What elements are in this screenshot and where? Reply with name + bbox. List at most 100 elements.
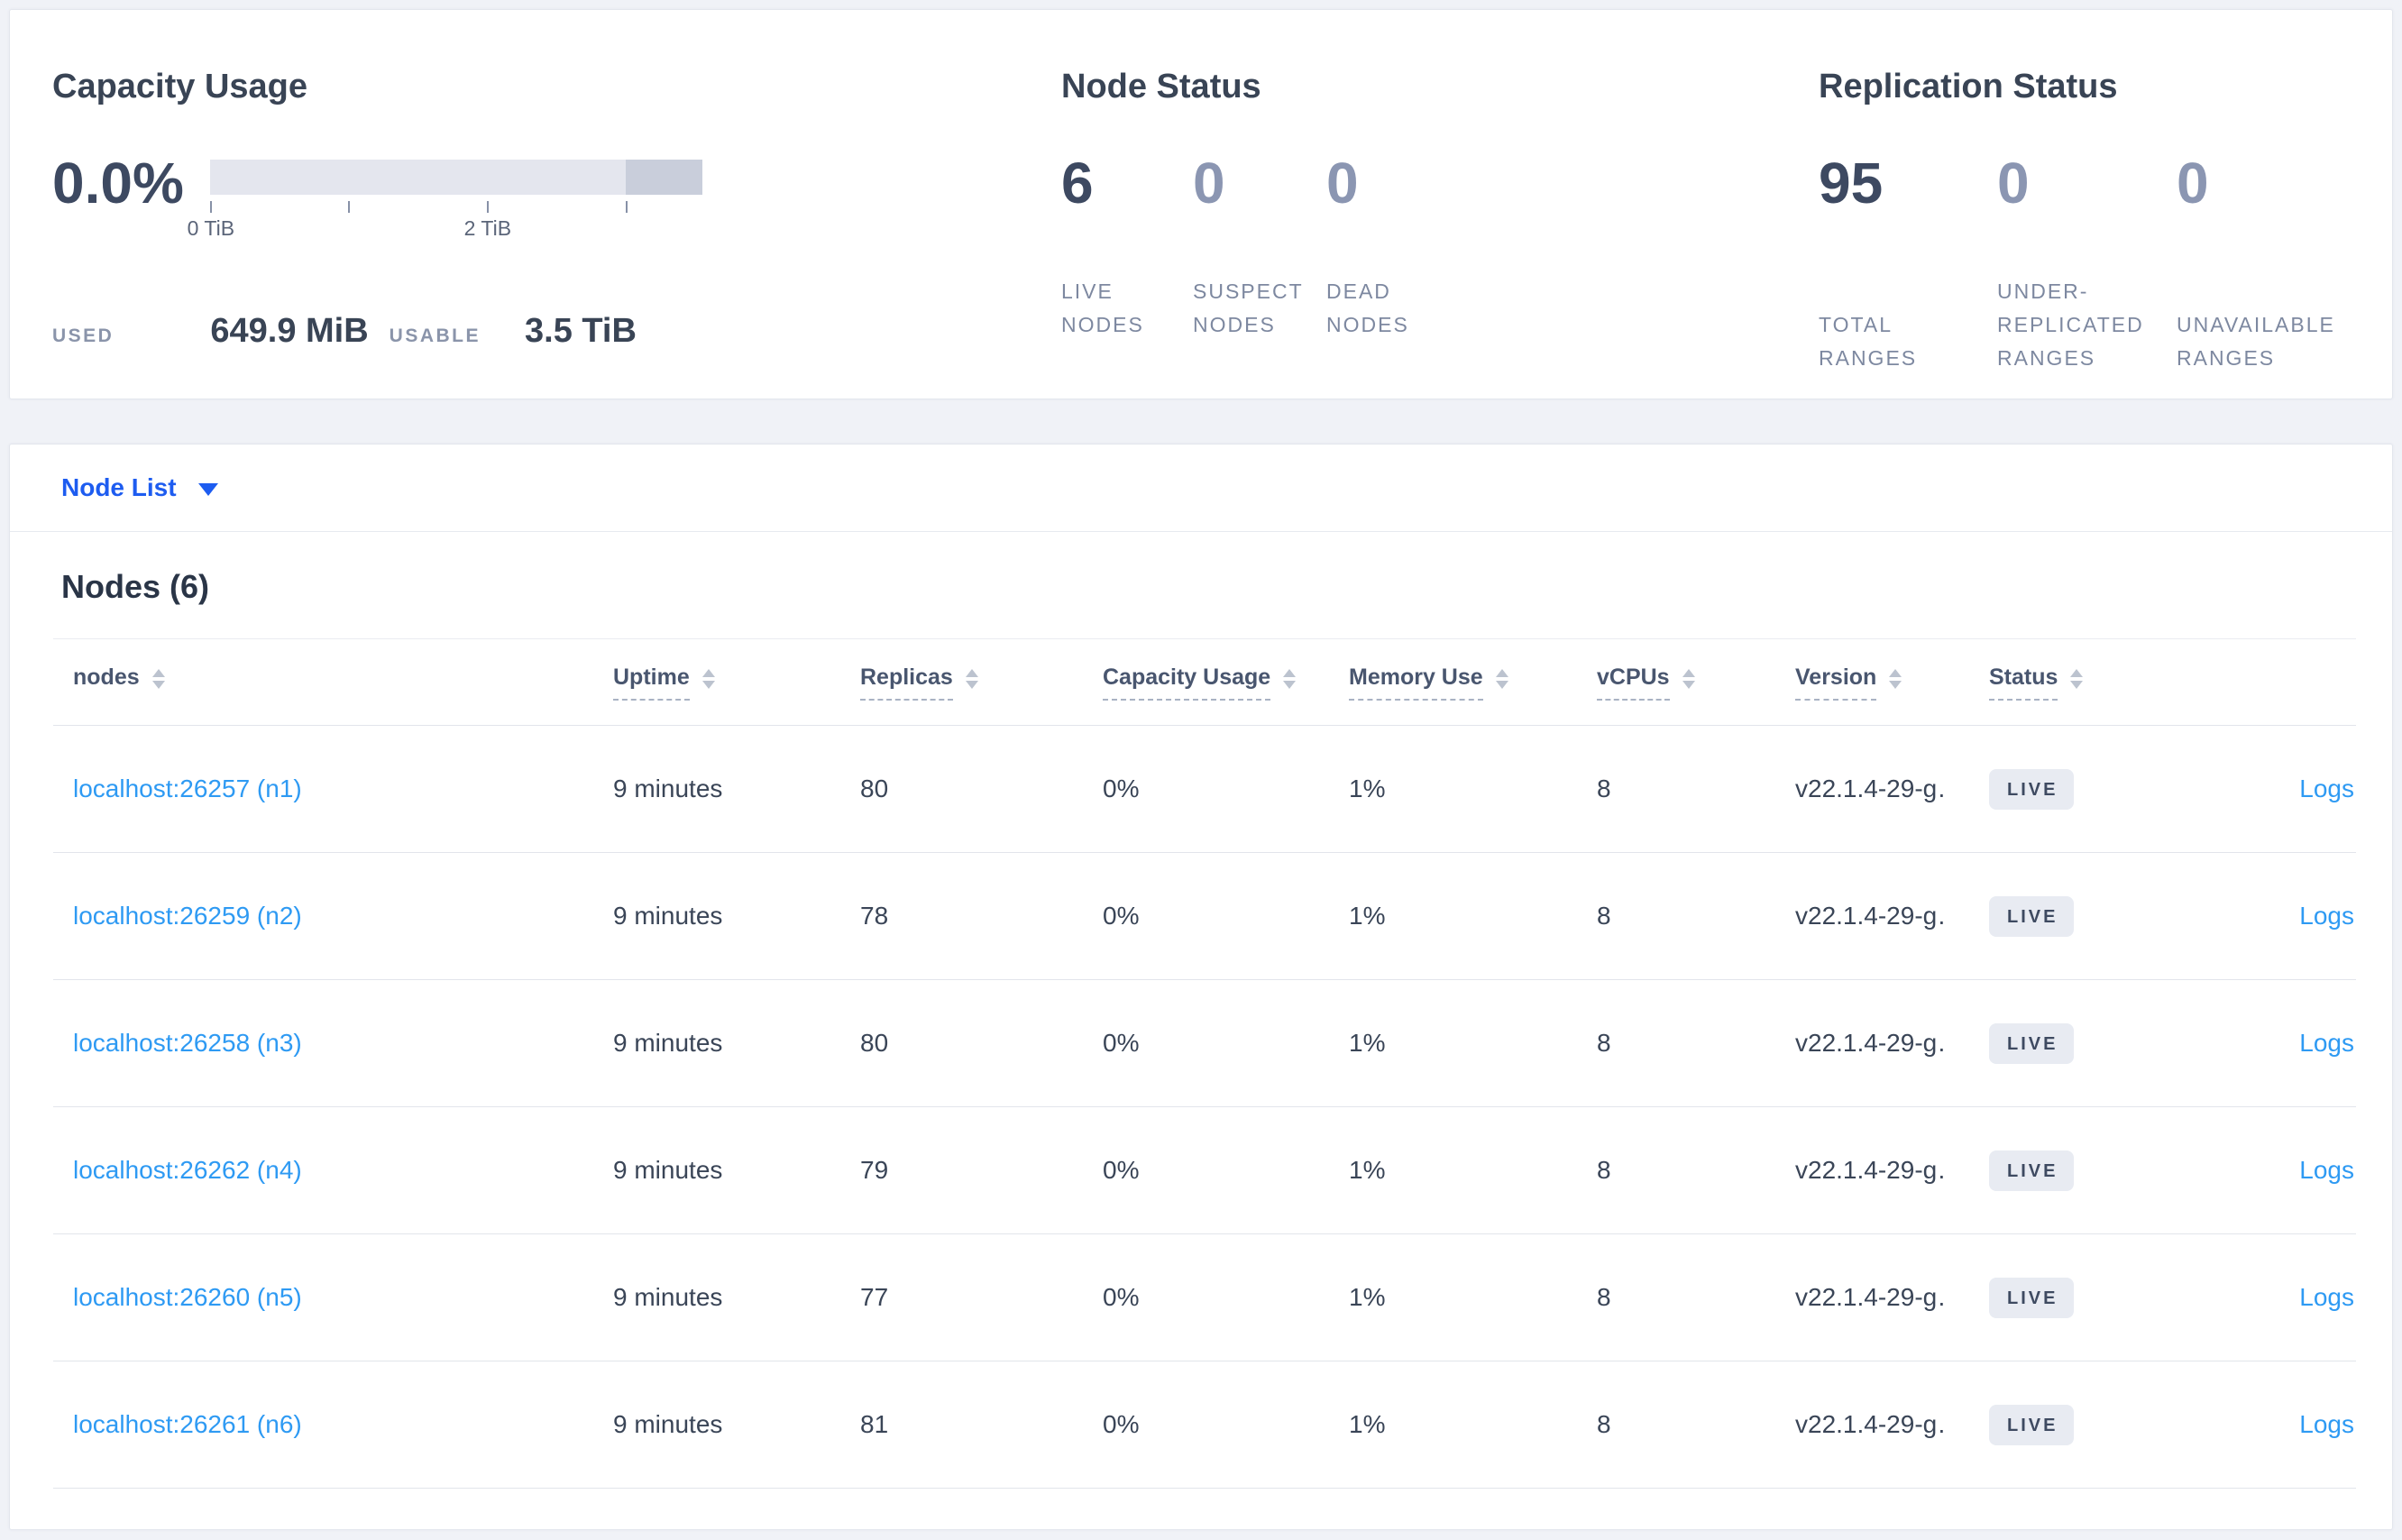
node-link[interactable]: localhost:26261 (n6) [53,1410,570,1439]
table-row: localhost:26258 (n3) 9 minutes 80 0% 1% … [53,980,2356,1107]
column-header-version[interactable]: Version [1752,665,1946,701]
replication-labels: TOTAL RANGES UNDER-REPLICATED RANGES UNA… [1819,275,2392,374]
status-cell: LIVE [1946,1150,2141,1191]
logs-link[interactable]: Logs [2141,902,2356,930]
nodes-section-title: Nodes (6) [61,568,210,605]
status-badge: LIVE [1989,1022,2075,1064]
vcpus-cell: 8 [1597,1283,1611,1311]
tick-mark [486,201,489,213]
column-label: Status [1989,665,2058,701]
column-header-nodes[interactable]: nodes [53,665,570,701]
sort-icon [1283,669,1297,689]
status-badge: LIVE [1989,1277,2075,1318]
memory-cell: 1% [1349,1029,1386,1057]
sort-icon [2070,669,2084,689]
replicas-cell: 81 [860,1410,889,1438]
column-header-memory-use[interactable]: Memory Use [1306,665,1554,701]
status-cell: LIVE [1946,1404,2141,1445]
node-link[interactable]: localhost:26258 (n3) [53,1029,570,1058]
usable-label: USABLE [389,325,481,346]
status-badge: LIVE [1989,1150,2075,1191]
version-cell: v22.1.4-29-g… [1795,1410,1946,1438]
logs-link[interactable]: Logs [2141,1156,2356,1185]
logs-link[interactable]: Logs [2141,1283,2356,1312]
replication-values: 95 0 0 [1819,154,2392,212]
used-label: USED [52,325,115,346]
table-row: localhost:26257 (n1) 9 minutes 80 0% 1% … [53,726,2356,853]
node-link[interactable]: localhost:26259 (n2) [53,902,570,930]
status-cell: LIVE [1946,1022,2141,1064]
uptime-cell: 9 minutes [613,1156,723,1184]
suspect-nodes-label: SUSPECT NODES [1193,280,1304,336]
node-status-labels: LIVE NODES SUSPECT NODES DEAD NODES [1061,275,1774,342]
logs-link[interactable]: Logs [2141,1410,2356,1439]
view-selector-label: Node List [61,473,177,501]
version-cell: v22.1.4-29-g… [1795,1283,1946,1311]
memory-cell: 1% [1349,1283,1386,1311]
column-label: Version [1795,665,1877,701]
column-header-status[interactable]: Status [1946,665,2141,701]
sort-icon [1495,669,1508,689]
replicas-cell: 79 [860,1156,889,1184]
capacity-usage-title: Capacity Usage [52,68,308,105]
tick-label-2tib: 2 TiB [463,216,512,240]
sort-icon [701,669,715,689]
status-cell: LIVE [1946,768,2141,810]
table-row: localhost:26260 (n5) 9 minutes 77 0% 1% … [53,1234,2356,1361]
capacity-cell: 0% [1103,775,1140,802]
sort-icon [151,669,165,689]
tick-mark [625,201,628,213]
table-row: localhost:26262 (n4) 9 minutes 79 0% 1% … [53,1107,2356,1234]
capacity-axis-labels: 0 TiB 2 TiB [188,216,702,242]
node-status-values: 6 0 0 [1061,154,1774,212]
chevron-down-icon [197,483,218,496]
uptime-cell: 9 minutes [613,775,723,802]
unavailable-count: 0 [2177,151,2209,215]
replicas-cell: 77 [860,1283,889,1311]
node-list-card: Node List Nodes (6) nodes Uptime Replica… [9,444,2393,1530]
vcpus-cell: 8 [1597,1156,1611,1184]
vcpus-cell: 8 [1597,1029,1611,1057]
logs-link[interactable]: Logs [2141,1029,2356,1058]
capacity-cell: 0% [1103,902,1140,930]
capacity-usage-panel: Capacity Usage 0.0% 0 TiB 2 TiB USED 649… [10,10,1011,399]
cluster-summary-card: Capacity Usage 0.0% 0 TiB 2 TiB USED 649… [9,9,2393,399]
tick-label-0tib: 0 TiB [187,216,235,240]
status-cell: LIVE [1946,1277,2141,1318]
column-header-vcpus[interactable]: vCPUs [1554,665,1752,701]
nodes-table: nodes Uptime Replicas Capacity Usage Mem… [53,638,2356,1489]
node-link[interactable]: localhost:26260 (n5) [53,1283,570,1312]
unavailable-label: UNAVAILABLE RANGES [2177,312,2335,370]
column-label: vCPUs [1597,665,1670,701]
node-link[interactable]: localhost:26257 (n1) [53,775,570,803]
version-cell: v22.1.4-29-g… [1795,1156,1946,1184]
memory-cell: 1% [1349,775,1386,802]
vcpus-cell: 8 [1597,1410,1611,1438]
node-status-panel: Node Status 6 0 0 LIVE NODES SUSPECT NOD… [1011,10,1774,399]
live-nodes-label: LIVE NODES [1061,280,1144,336]
version-cell: v22.1.4-29-g… [1795,1029,1946,1057]
status-badge: LIVE [1989,1404,2075,1445]
total-ranges-label: TOTAL RANGES [1819,312,1918,370]
used-value: 649.9 MiB [210,312,369,350]
capacity-percent: 0.0% [52,151,184,215]
nodes-table-header: nodes Uptime Replicas Capacity Usage Mem… [53,639,2356,726]
node-link[interactable]: localhost:26262 (n4) [53,1156,570,1185]
column-header-capacity-usage[interactable]: Capacity Usage [1059,665,1306,701]
column-label: Uptime [613,665,690,701]
uptime-cell: 9 minutes [613,1410,723,1438]
version-cell: v22.1.4-29-g… [1795,902,1946,930]
column-label: Replicas [860,665,953,701]
cluster-overview-page: Capacity Usage 0.0% 0 TiB 2 TiB USED 649… [0,0,2402,1540]
replication-status-panel: Replication Status 95 0 0 TOTAL RANGES U… [1774,10,2392,399]
capacity-cell: 0% [1103,1156,1140,1184]
column-header-replicas[interactable]: Replicas [817,665,1059,701]
dead-nodes-count: 0 [1326,151,1359,215]
capacity-bar [209,160,702,195]
column-header-uptime[interactable]: Uptime [570,665,817,701]
uptime-cell: 9 minutes [613,1283,723,1311]
view-selector-dropdown[interactable]: Node List [10,445,2392,532]
replicas-cell: 80 [860,775,889,802]
table-row: localhost:26261 (n6) 9 minutes 81 0% 1% … [53,1361,2356,1489]
logs-link[interactable]: Logs [2141,775,2356,803]
